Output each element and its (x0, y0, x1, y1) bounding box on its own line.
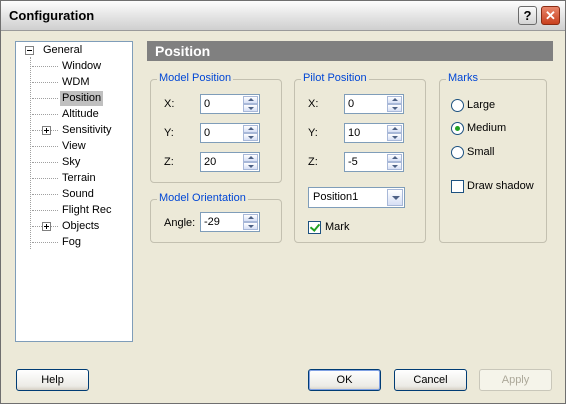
tree-item-label: WDM (62, 76, 90, 88)
expand-icon[interactable] (42, 222, 51, 231)
spin-down-icon[interactable] (387, 133, 402, 141)
radio-small-label[interactable]: Small (467, 146, 495, 158)
model-position-title: Model Position (157, 72, 234, 84)
spin-up-icon[interactable] (387, 154, 402, 162)
close-button[interactable]: ✕ (541, 6, 560, 25)
model-x-value[interactable]: 0 (204, 98, 210, 110)
pilot-position-title: Pilot Position (301, 72, 369, 84)
draw-shadow-label[interactable]: Draw shadow (467, 180, 534, 192)
pilot-y-label: Y: (308, 127, 318, 139)
category-tree[interactable]: General Window WDM Position Altitude Sen… (15, 41, 133, 342)
model-orientation-title: Model Orientation (157, 192, 248, 204)
expand-icon[interactable] (42, 126, 51, 135)
pilot-y-spinner[interactable]: 10 (344, 123, 404, 143)
panel-header: Position (147, 41, 553, 61)
pilot-y-value[interactable]: 10 (348, 127, 360, 139)
draw-shadow-checkbox[interactable] (451, 180, 464, 193)
cancel-button[interactable]: Cancel (394, 369, 467, 391)
model-x-label: X: (164, 98, 175, 110)
radio-large[interactable] (451, 99, 464, 112)
tree-item-label: Sound (62, 188, 94, 200)
configuration-dialog: Configuration ? ✕ General Window WDM Pos… (0, 0, 566, 404)
help-button[interactable]: Help (16, 369, 89, 391)
pilot-z-label: Z: (308, 156, 318, 168)
panel-title: Position (155, 43, 211, 59)
question-icon: ? (523, 8, 532, 23)
close-icon: ✕ (545, 8, 556, 23)
model-y-label: Y: (164, 127, 174, 139)
spin-down-icon[interactable] (243, 133, 258, 141)
radio-small[interactable] (451, 146, 464, 159)
window-title: Configuration (9, 8, 95, 23)
model-x-spinner[interactable]: 0 (200, 94, 260, 114)
title-bar[interactable]: Configuration ? ✕ (1, 1, 565, 31)
model-z-label: Z: (164, 156, 174, 168)
radio-medium[interactable] (451, 122, 464, 135)
spin-down-icon[interactable] (243, 222, 258, 230)
radio-large-label[interactable]: Large (467, 99, 495, 111)
marks-title: Marks (446, 72, 480, 84)
ok-button[interactable]: OK (308, 369, 381, 391)
tree-item-label: Sky (62, 156, 81, 168)
spin-up-icon[interactable] (243, 96, 258, 104)
chevron-down-icon[interactable] (387, 189, 403, 206)
help-title-button[interactable]: ? (518, 6, 537, 25)
spin-down-icon[interactable] (387, 162, 402, 170)
spin-up-icon[interactable] (243, 125, 258, 133)
position-preset-select[interactable]: Position1 (308, 187, 405, 208)
angle-label: Angle: (164, 217, 196, 229)
tree-item-label: Flight Rec (62, 204, 112, 216)
spin-down-icon[interactable] (243, 104, 258, 112)
pilot-z-value[interactable]: -5 (348, 156, 358, 168)
spin-down-icon[interactable] (387, 104, 402, 112)
model-z-value[interactable]: 20 (204, 156, 216, 168)
mark-label[interactable]: Mark (325, 221, 349, 233)
model-z-spinner[interactable]: 20 (200, 152, 260, 172)
pilot-x-label: X: (308, 98, 319, 110)
tree-item-label: Fog (62, 236, 81, 248)
spin-up-icon[interactable] (387, 125, 402, 133)
spin-down-icon[interactable] (243, 162, 258, 170)
pilot-x-value[interactable]: 0 (348, 98, 354, 110)
tree-item-label: Altitude (62, 108, 99, 120)
tree-item-label: Window (62, 60, 102, 72)
mark-checkbox[interactable] (308, 221, 321, 234)
spin-up-icon[interactable] (387, 96, 402, 104)
angle-spinner[interactable]: -29 (200, 212, 260, 232)
pilot-z-spinner[interactable]: -5 (344, 152, 404, 172)
model-y-spinner[interactable]: 0 (200, 123, 260, 143)
pilot-x-spinner[interactable]: 0 (344, 94, 404, 114)
tree-item-label: Terrain (62, 172, 96, 184)
tree-item-label: View (62, 140, 86, 152)
collapse-icon[interactable] (25, 46, 34, 55)
apply-button[interactable]: Apply (479, 369, 552, 391)
radio-medium-label[interactable]: Medium (467, 122, 506, 134)
model-y-value[interactable]: 0 (204, 127, 210, 139)
tree-item-label: Position (60, 91, 104, 106)
spin-up-icon[interactable] (243, 214, 258, 222)
tree-item-label: Objects (62, 220, 100, 232)
position-preset-value: Position1 (313, 191, 359, 203)
spin-up-icon[interactable] (243, 154, 258, 162)
tree-connector-line (30, 57, 31, 249)
tree-item-label: General (43, 44, 83, 56)
tree-item-label: Sensitivity (62, 124, 112, 136)
angle-value[interactable]: -29 (204, 216, 220, 228)
